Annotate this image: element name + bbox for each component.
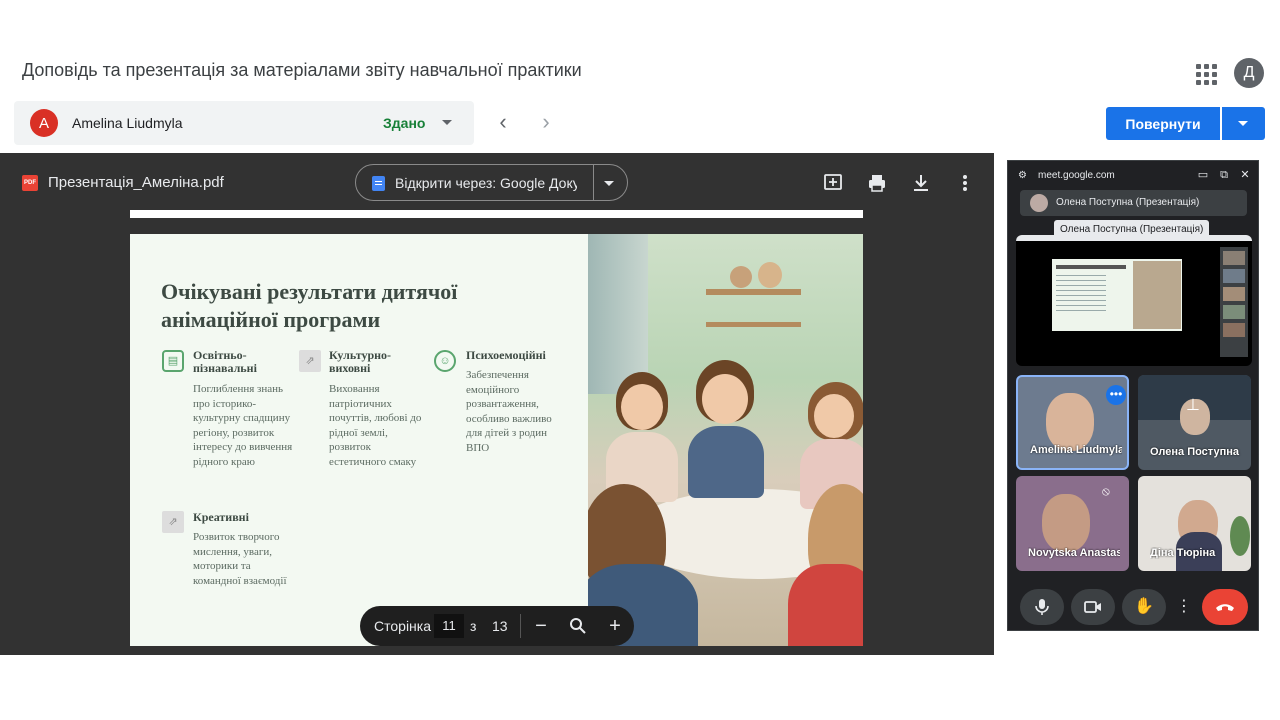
end-call-icon[interactable]	[1202, 589, 1248, 625]
page-title: Доповідь та презентація за матеріалами з…	[22, 60, 582, 80]
divider	[593, 165, 594, 200]
account-avatar[interactable]: Д	[1234, 58, 1264, 88]
meet-url: meet.google.com	[1038, 170, 1115, 181]
presenter-tooltip: Олена Поступна (Презентація)	[1054, 220, 1210, 239]
submission-status: Здано	[383, 115, 426, 131]
mic-icon[interactable]	[1020, 589, 1064, 625]
tune-icon[interactable]: ⚙	[1018, 170, 1027, 181]
column-title: Культурно-виховні	[329, 348, 392, 375]
page-navigator: Сторінка 11 з 13 − +	[360, 606, 634, 646]
column-title: Креативні	[193, 510, 249, 524]
column-text: Виховання патріотичних почуттів, любові …	[329, 383, 422, 468]
book-icon: ▤	[162, 350, 184, 372]
avatar	[1030, 194, 1048, 212]
return-button[interactable]: Повернути	[1106, 107, 1220, 140]
column-text: Розвиток творчого мислення, уваги, мотор…	[193, 531, 287, 587]
page-of-label: з	[470, 618, 477, 634]
pdf-file-icon: PDF	[22, 175, 38, 191]
participant-tile[interactable]: ⊥ Олена Поступна	[1138, 375, 1251, 470]
divider	[520, 614, 521, 638]
chevron-down-icon[interactable]	[442, 120, 452, 125]
participant-name: Діна Тюріна	[1150, 547, 1216, 559]
google-docs-icon	[372, 176, 385, 191]
apps-grid-icon[interactable]	[1194, 62, 1217, 85]
column-text: Поглиблення знань про історико-культурну…	[193, 383, 293, 468]
open-with-label: Відкрити через: Google Документи	[395, 175, 577, 191]
raise-hand-icon[interactable]: ✋	[1122, 589, 1166, 625]
chevron-down-icon[interactable]	[604, 181, 614, 186]
participant-name: Amelina Liudmyla	[1030, 444, 1122, 456]
participant-tile[interactable]: ⦸ Novytska Anastasiia	[1016, 476, 1129, 571]
column-title: Освітньо-пізнавальні	[193, 348, 257, 375]
zoom-icon[interactable]	[565, 613, 591, 639]
image-placeholder-icon: ⇗	[162, 511, 184, 533]
page-number-input[interactable]: 11	[434, 614, 464, 638]
open-in-tab-icon[interactable]: ⧉	[1216, 167, 1232, 183]
student-selector[interactable]: A Amelina Liudmyla Здано	[14, 101, 474, 145]
slide-title: Очікувані результати дитячої анімаційної…	[161, 279, 458, 332]
column-text: Забезпечення емоційного розвантаження, о…	[466, 369, 552, 454]
participant-tile[interactable]: ••• Amelina Liudmyla	[1016, 375, 1129, 470]
image-placeholder-icon: ⇗	[299, 350, 321, 372]
close-icon[interactable]: ✕	[1237, 167, 1253, 183]
student-avatar: A	[30, 109, 58, 137]
pin-icon[interactable]: ⊥	[1186, 395, 1200, 415]
participant-name: Novytska Anastasiia	[1028, 547, 1120, 559]
add-comment-icon[interactable]	[822, 173, 844, 193]
participant-tile[interactable]: Діна Тюріна	[1138, 476, 1251, 571]
download-icon[interactable]	[910, 173, 932, 193]
pdf-viewer: PDF Презентація_Амеліна.pdf Відкрити чер…	[0, 153, 994, 655]
page-total: 13	[492, 618, 508, 634]
zoom-out-icon[interactable]: −	[528, 613, 554, 639]
student-name: Amelina Liudmyla	[72, 115, 183, 131]
presenter-label: Олена Поступна (Презентація)	[1056, 197, 1200, 208]
more-vert-icon[interactable]	[954, 173, 976, 193]
camera-toggle-icon[interactable]: ▭	[1195, 167, 1211, 183]
previous-page-edge	[130, 210, 863, 218]
presenter-chip[interactable]: Олена Поступна (Презентація)	[1020, 190, 1247, 216]
column-title: Психоемоційні	[466, 348, 546, 362]
more-options-icon[interactable]: •••	[1106, 385, 1126, 405]
return-options-button[interactable]	[1222, 107, 1265, 140]
participant-name: Олена Поступна	[1150, 446, 1239, 458]
next-student-button[interactable]: ›	[535, 111, 557, 134]
meet-window: ⚙ meet.google.com ▭ ⧉ ✕ Олена Поступна (…	[1007, 160, 1259, 631]
camera-icon[interactable]	[1071, 589, 1115, 625]
previous-student-button[interactable]: ‹	[492, 111, 514, 134]
more-vert-icon[interactable]: ⋮	[1176, 589, 1192, 625]
slide-page: Очікувані результати дитячої анімаційної…	[130, 234, 863, 646]
page-label: Сторінка	[374, 618, 431, 634]
zoom-in-icon[interactable]: +	[602, 613, 628, 639]
children-crafting-photo	[588, 234, 863, 646]
shared-screen-tile[interactable]	[1016, 235, 1252, 366]
mic-off-icon: ⦸	[1102, 484, 1110, 498]
print-icon[interactable]	[866, 173, 888, 193]
masks-icon: ☺	[434, 350, 456, 372]
file-name: Презентація_Амеліна.pdf	[48, 174, 224, 191]
open-with-button[interactable]: Відкрити через: Google Документи	[355, 164, 628, 201]
